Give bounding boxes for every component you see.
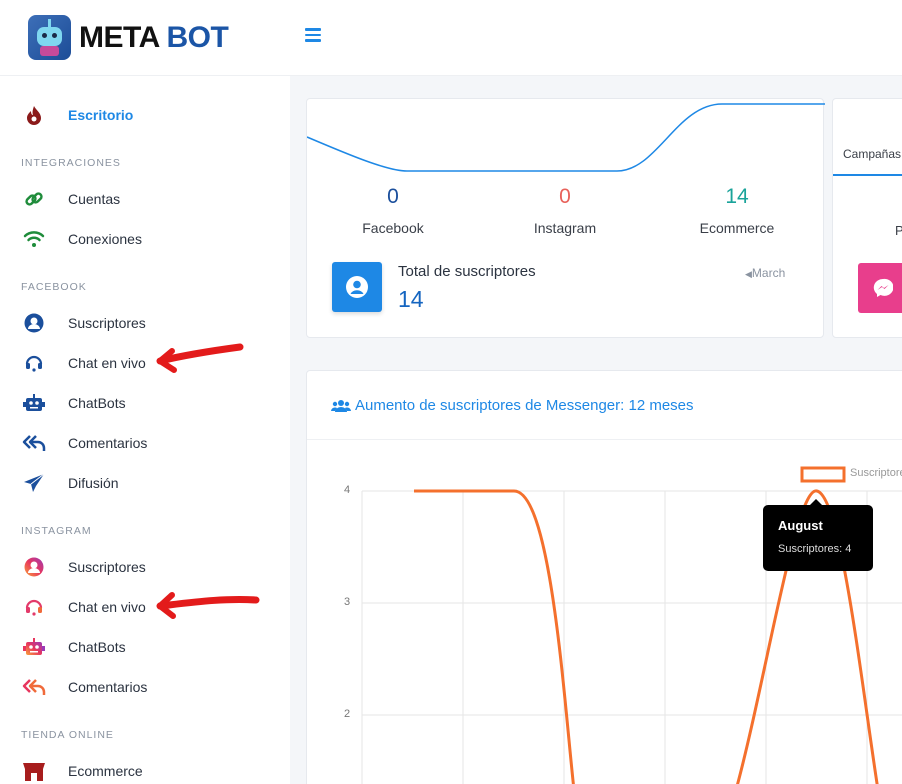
users-icon [331, 399, 351, 412]
stat-value: 14 [725, 185, 749, 208]
headset-icon [20, 349, 48, 377]
chart-tooltip: August Suscriptores: 4 [763, 499, 873, 571]
stat-facebook: 0 Facebook [333, 185, 453, 236]
stat-label: Ecommerce [699, 220, 775, 236]
top-bar: META BOT [0, 0, 902, 76]
tooltip-body: Suscriptores: 4 [778, 543, 852, 555]
sidebar-item-label: Chat en vivo [68, 355, 146, 371]
robot-icon [20, 633, 48, 661]
y-tick-label: 2 [344, 708, 351, 720]
y-tick-label: 3 [344, 596, 351, 608]
section-tienda: TIENDA ONLINE [21, 729, 114, 741]
sidebar-item-label: ChatBots [68, 395, 126, 411]
sidebar-item-conexiones[interactable]: Conexiones [20, 219, 142, 259]
menu-toggle-icon[interactable] [305, 28, 321, 42]
divider [307, 439, 902, 440]
sidebar-item-ig-chatbots[interactable]: ChatBots [20, 627, 126, 667]
sidebar-item-ig-suscriptores[interactable]: Suscriptores [20, 547, 146, 587]
legend-label: Suscriptores [850, 467, 902, 479]
sidebar-item-escritorio[interactable]: Escritorio [20, 95, 133, 135]
section-instagram: INSTAGRAM [21, 525, 92, 537]
wifi-icon [20, 225, 48, 253]
sidebar-item-label: Comentarios [68, 435, 148, 451]
sidebar-item-label: Chat en vivo [68, 599, 146, 615]
stats-card: 0 Facebook 0 Instagram 14 Ecommerce Tota… [306, 98, 825, 338]
sidebar-item-fb-suscriptores[interactable]: Suscriptores [20, 303, 146, 343]
sidebar-item-ecommerce[interactable]: Ecommerce [20, 751, 143, 784]
chart-title: Aumento de suscriptores de Messenger: 12… [331, 397, 694, 414]
reply-all-icon [20, 429, 48, 457]
brand-logo[interactable]: META BOT [28, 15, 229, 60]
sparkline [307, 103, 825, 172]
total-subscribers-value: 14 [398, 286, 424, 312]
tab-underline [833, 174, 902, 176]
caret-left-icon: ◀ [745, 269, 752, 279]
campaigns-card: Campañas P [832, 98, 902, 338]
legend-swatch [800, 466, 846, 483]
stat-value: 0 [387, 185, 399, 208]
stat-label: Facebook [362, 220, 424, 236]
section-facebook: FACEBOOK [21, 281, 87, 293]
sidebar-item-label: Escritorio [68, 107, 134, 123]
sidebar-item-label: Difusión [68, 475, 119, 491]
robot-icon [20, 389, 48, 417]
sidebar-item-label: Ecommerce [68, 763, 143, 779]
section-integraciones: INTEGRACIONES [21, 157, 121, 169]
month-label: March [751, 266, 786, 280]
user-circle-icon [20, 553, 48, 581]
sidebar-item-label: Cuentas [68, 191, 121, 207]
campaign-text: P [895, 223, 902, 238]
brand-name: META BOT [79, 20, 229, 54]
user-circle-icon [332, 262, 382, 312]
paper-plane-icon [20, 469, 48, 497]
robot-logo-icon [28, 15, 71, 60]
total-subscribers-label: Total de suscriptores [398, 263, 536, 280]
flame-icon [20, 101, 48, 129]
stat-value: 0 [559, 185, 571, 208]
sidebar-item-label: Conexiones [68, 231, 142, 247]
sidebar-item-ig-comentarios[interactable]: Comentarios [20, 667, 147, 707]
sidebar-item-fb-comentarios[interactable]: Comentarios [20, 423, 147, 463]
stat-label: Instagram [533, 220, 597, 236]
store-icon [20, 757, 48, 784]
stat-instagram: 0 Instagram [505, 185, 625, 236]
sidebar-item-fb-chatbots[interactable]: ChatBots [20, 383, 126, 423]
link-icon [20, 185, 48, 213]
sidebar-item-fb-difusion[interactable]: Difusión [20, 463, 119, 503]
sidebar-item-label: Suscriptores [68, 559, 146, 575]
sidebar-item-label: ChatBots [68, 639, 126, 655]
sidebar-item-label: Comentarios [68, 679, 148, 695]
sidebar-item-label: Suscriptores [68, 315, 146, 331]
y-tick-label: 4 [344, 484, 351, 496]
reply-all-icon [20, 673, 48, 701]
annotation-arrows [156, 343, 260, 619]
messenger-icon[interactable] [858, 263, 902, 313]
chart-title-text: Aumento de suscriptores de Messenger: 12… [355, 397, 694, 414]
annotation-arrow [156, 595, 260, 610]
sidebar-item-cuentas[interactable]: Cuentas [20, 179, 120, 219]
month-selector[interactable]: ◀March [745, 266, 785, 280]
sidebar-item-fb-chat[interactable]: Chat en vivo [20, 343, 146, 383]
headset-icon [20, 593, 48, 621]
tooltip-title: August [778, 518, 823, 533]
sidebar-item-ig-chat[interactable]: Chat en vivo [20, 587, 146, 627]
stat-ecommerce: 14 Ecommerce [677, 185, 797, 236]
user-circle-icon [20, 309, 48, 337]
tab-campanas[interactable]: Campañas [843, 147, 901, 161]
